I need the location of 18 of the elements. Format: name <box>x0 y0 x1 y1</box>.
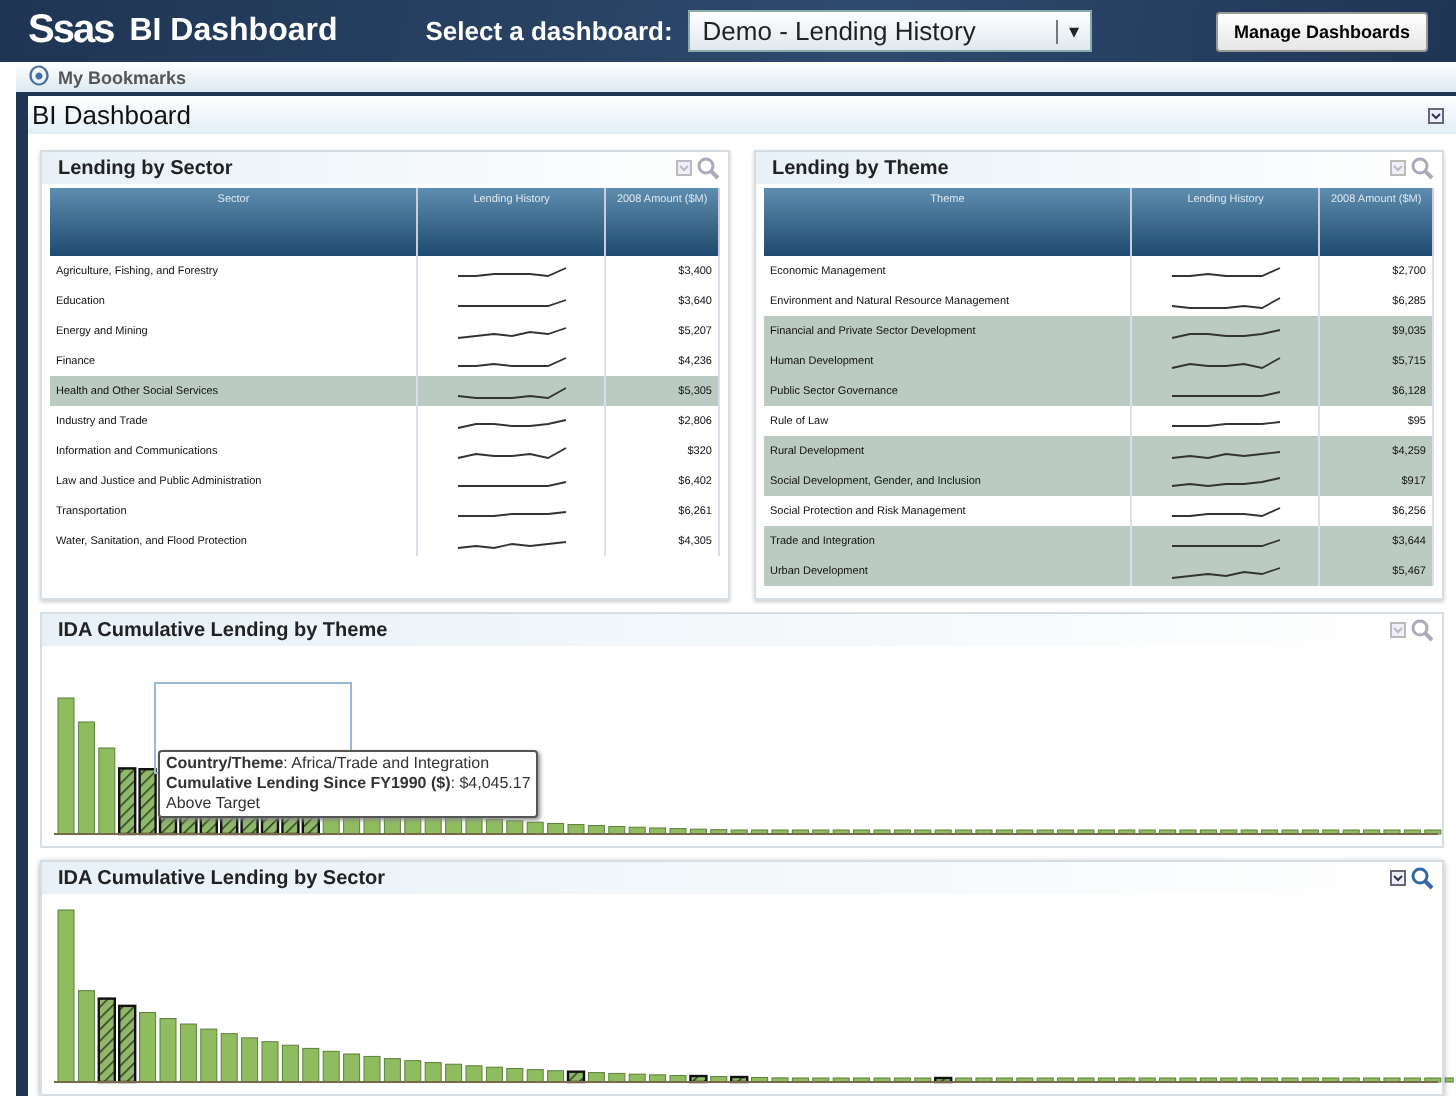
expand-icon[interactable] <box>1428 107 1444 123</box>
app-title: BI Dashboard <box>129 13 338 49</box>
tooltip-text: Above Target <box>166 794 262 814</box>
panel-title: Lending by Theme <box>772 157 949 179</box>
manage-dashboards-button[interactable]: Manage Dashboards <box>1215 11 1428 51</box>
dashboard-title: BI Dashboard <box>32 100 191 130</box>
tooltip-text: Country/Theme: Africa/Trade and Integration <box>166 754 492 774</box>
search-icon[interactable] <box>1410 866 1434 890</box>
select-label: Select a dashboard: <box>425 16 673 46</box>
panel-title: IDA Cumulative Lending by Theme <box>58 619 388 641</box>
panel-title: Lending by Sector <box>58 157 233 179</box>
bookmarks-link[interactable]: My Bookmarks <box>58 67 187 87</box>
logo: Ssas <box>28 8 114 54</box>
panel-title: IDA Cumulative Lending by Sector <box>58 867 386 889</box>
dashboard-dropdown[interactable]: Demo - Lending History ▾ <box>688 10 1093 52</box>
expand-icon[interactable] <box>1390 870 1406 886</box>
expand-icon[interactable]: ⦿ <box>28 64 50 90</box>
tooltip-text: Cumulative Lending Since FY1990 ($): $4,045.17 <box>166 774 531 794</box>
